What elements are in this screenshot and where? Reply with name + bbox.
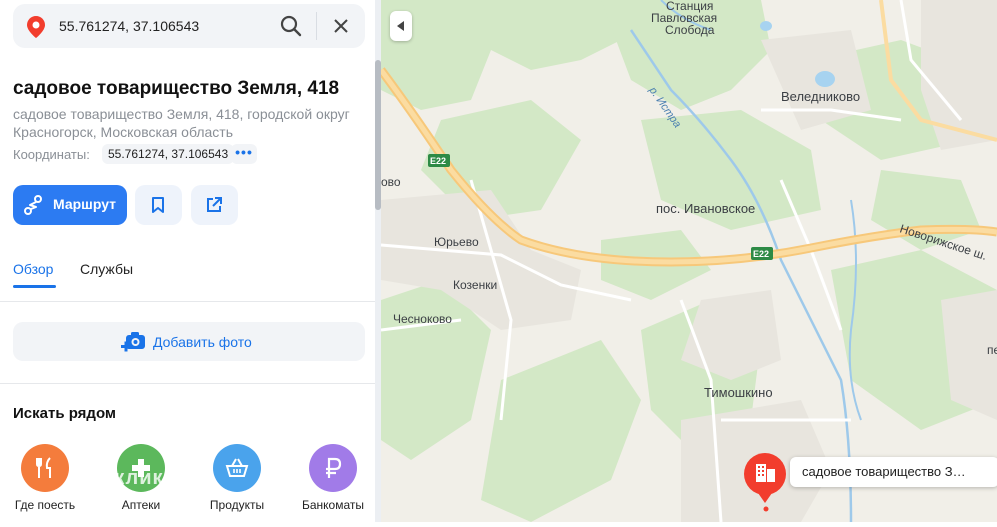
nearby-atm-label: Банкоматы [301, 498, 364, 512]
divider [0, 383, 376, 384]
route-button[interactable]: Маршрут [13, 185, 127, 225]
collapse-panel-button[interactable] [390, 11, 412, 41]
coords-more-button[interactable]: ••• [231, 144, 257, 164]
map-label-ovo: ово [381, 175, 401, 189]
place-marker[interactable] [742, 453, 788, 503]
close-icon[interactable] [331, 16, 351, 41]
road-label-e22: E22 [753, 249, 769, 259]
basket-icon [225, 458, 249, 477]
place-panel: садовое товарищество Земля, 418 садовое … [0, 0, 376, 522]
search-bar [13, 4, 365, 48]
route-label: Маршрут [53, 196, 117, 212]
place-title: садовое товарищество Земля, 418 [13, 78, 340, 99]
marker-callout[interactable]: садовое товарищество З… [790, 457, 997, 487]
search-icon[interactable] [280, 15, 302, 42]
active-tab-indicator [13, 285, 56, 288]
nearby-food-circle [21, 444, 69, 492]
route-icon [23, 194, 45, 221]
map-label-chesnokovo: Чесноково [393, 312, 452, 326]
nearby-groceries-label: Продукты [209, 498, 265, 512]
add-photo-label: Добавить фото [153, 334, 252, 350]
map-view[interactable]: E22 E22 Станция Павловская Слобода р. Ис… [377, 0, 997, 523]
divider [0, 301, 376, 302]
nearby-heading: Искать рядом [13, 405, 117, 422]
fork-knife-icon [36, 457, 51, 478]
map-label-veledn: Веледниково [781, 89, 860, 104]
map-label-kozenki: Козенки [453, 278, 497, 292]
bookmark-button[interactable] [135, 185, 182, 225]
map-label-yurevo: Юрьево [434, 235, 479, 249]
nearby-food-label: Где поесть [14, 498, 76, 512]
nearby-atm-circle [309, 444, 357, 492]
map-label-sloboda: Слобода [665, 23, 715, 37]
nearby-groceries[interactable]: Продукты [202, 444, 272, 512]
place-address: садовое товарищество Земля, 418, городск… [13, 106, 350, 140]
map-label-timoshkino: Тимошкино [704, 385, 773, 400]
location-pin-icon [27, 16, 45, 43]
chevron-left-icon [397, 21, 404, 31]
nearby-groceries-circle [213, 444, 261, 492]
nearby-pharmacy-label: Аптеки [121, 498, 161, 512]
watermark: Домклик [70, 467, 164, 489]
coords-label: Координаты: [13, 147, 90, 162]
share-button[interactable] [191, 185, 238, 225]
map-label-ivanovskoe: пос. Ивановское [656, 201, 755, 216]
search-divider [316, 12, 317, 40]
add-photo-button[interactable]: Добавить фото [13, 322, 365, 361]
coords-value[interactable]: 55.761274, 37.106543 [102, 144, 235, 164]
map-label-pe: пе [987, 343, 997, 357]
camera-plus-icon [121, 332, 145, 352]
search-input[interactable] [59, 14, 279, 38]
nearby-atm[interactable]: Банкоматы [298, 444, 368, 512]
tab-services[interactable]: Службы [80, 261, 133, 277]
bookmark-icon [152, 197, 164, 213]
road-label-e22: E22 [430, 156, 446, 166]
share-icon [207, 197, 222, 212]
ruble-icon [326, 457, 342, 478]
tab-overview[interactable]: Обзор [13, 261, 53, 277]
